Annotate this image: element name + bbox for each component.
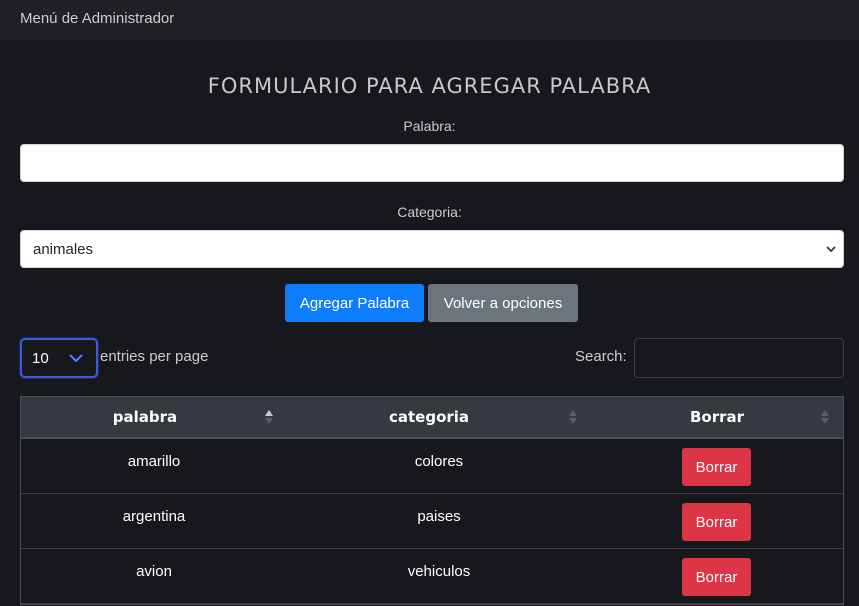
delete-button[interactable]: Borrar <box>682 558 751 596</box>
navbar-title[interactable]: Menú de Administrador <box>20 10 174 27</box>
delete-button[interactable]: Borrar <box>682 503 751 541</box>
entries-per-page-value: 10 <box>32 350 49 367</box>
word-input[interactable] <box>20 144 844 182</box>
category-label: Categoria: <box>397 204 462 220</box>
column-header-borrar[interactable]: Borrar <box>589 397 845 437</box>
cell-palabra: amarillo <box>127 452 181 470</box>
category-select[interactable]: animales <box>20 230 844 268</box>
words-table: palabra categoria Borrar amarillo colore… <box>20 396 844 605</box>
category-selected-value: animales <box>33 241 94 258</box>
chevron-down-icon <box>826 246 836 253</box>
word-label: Palabra: <box>403 118 456 134</box>
table-row: avion vehiculos Borrar <box>21 549 843 604</box>
table-row: amarillo colores Borrar <box>21 439 843 494</box>
form-title: FORMULARIO PARA AGREGAR PALABRA <box>207 74 652 98</box>
chevron-down-icon <box>69 354 83 363</box>
sort-icon[interactable] <box>568 409 578 425</box>
cell-categoria: vehiculos <box>407 562 471 580</box>
entries-per-page-label: entries per page <box>100 348 209 365</box>
delete-button[interactable]: Borrar <box>682 448 751 486</box>
cell-palabra: avion <box>136 562 172 580</box>
search-label: Search: <box>575 348 627 365</box>
table-header: palabra categoria Borrar <box>21 397 843 439</box>
search-input[interactable] <box>634 338 844 378</box>
back-to-options-button[interactable]: Volver a opciones <box>428 284 578 322</box>
add-word-button[interactable]: Agregar Palabra <box>285 284 424 322</box>
cell-categoria: paises <box>417 507 461 525</box>
navbar: Menú de Administrador <box>0 0 859 40</box>
cell-categoria: colores <box>414 452 464 470</box>
column-header-palabra[interactable]: palabra <box>21 397 269 437</box>
column-header-categoria[interactable]: categoria <box>269 397 589 437</box>
main-content: FORMULARIO PARA AGREGAR PALABRA Palabra:… <box>0 40 859 606</box>
cell-palabra: argentina <box>122 507 186 525</box>
table-row: argentina paises Borrar <box>21 494 843 549</box>
sort-icon[interactable] <box>820 409 830 425</box>
entries-per-page-select[interactable]: 10 <box>20 338 98 378</box>
